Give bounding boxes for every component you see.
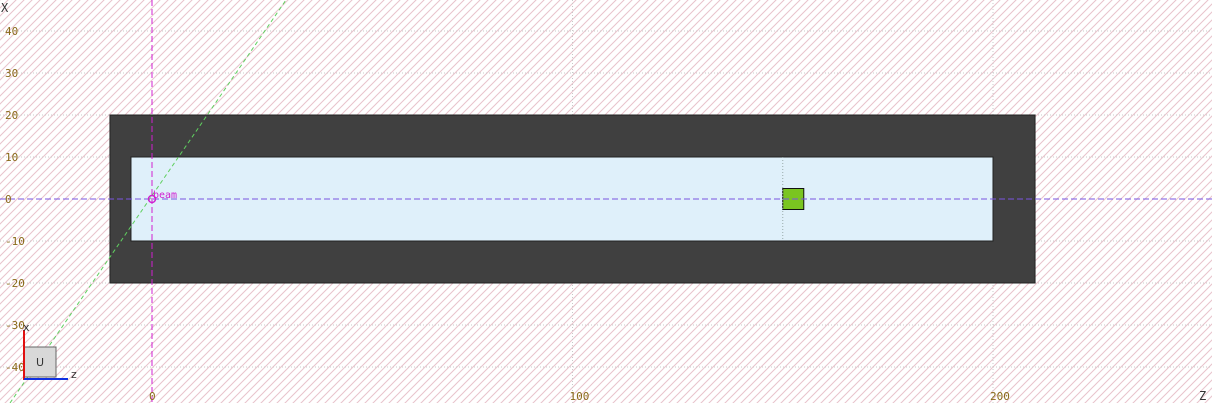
x-tick-label: 20 xyxy=(5,109,18,122)
x-tick-label: -30 xyxy=(5,319,25,332)
x-tick-label: -40 xyxy=(5,361,25,374)
orientation-z-label: z xyxy=(71,368,77,381)
geometry-viewport[interactable]: beam 40 30 20 10 0 -10 -20 -30 -40 0 100 200 X Z Uxz xyxy=(0,0,1212,403)
z-tick-label: 100 xyxy=(570,390,590,403)
beam-label: beam xyxy=(153,190,177,201)
x-tick-label: 40 xyxy=(5,25,18,38)
z-axis-label: Z xyxy=(1199,389,1206,403)
x-tick-label: -10 xyxy=(5,235,25,248)
orientation-x-label: x xyxy=(23,321,30,334)
z-tick-label: 200 xyxy=(990,390,1010,403)
x-axis-label: X xyxy=(1,1,9,15)
x-tick-label: -20 xyxy=(5,277,25,290)
geometry-canvas[interactable]: beam 403020100-10-20-30-400 100 200XZ Uxz xyxy=(0,0,1212,403)
z-tick-label: 0 xyxy=(149,390,156,403)
x-tick-label: 0 xyxy=(5,193,12,206)
orientation-face-label: U xyxy=(36,356,44,369)
x-tick-label: 10 xyxy=(5,151,18,164)
x-tick-label: 30 xyxy=(5,67,18,80)
